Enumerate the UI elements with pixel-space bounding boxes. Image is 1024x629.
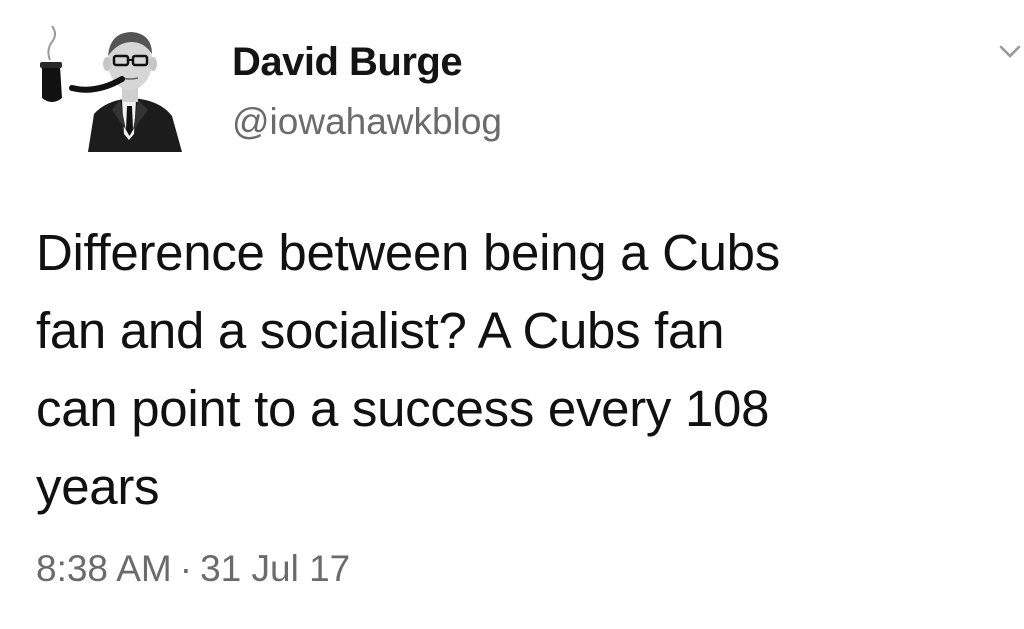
tweet-menu-button[interactable] — [998, 40, 1022, 64]
tweet-card: David Burge @iowahawkblog Difference bet… — [0, 0, 1024, 629]
tweet-date: 31 Jul 17 — [200, 548, 351, 589]
chevron-down-icon — [999, 45, 1021, 58]
tweet-text-line: can point to a success every 108 — [36, 380, 770, 437]
author-avatar[interactable] — [36, 22, 192, 152]
pipe-smoking-man-avatar-icon — [36, 22, 192, 152]
tweet-text-line: Difference between being a Cubs — [36, 224, 780, 281]
tweet-text-line: fan and a socialist? A Cubs fan — [36, 302, 725, 359]
tweet-text-line: years — [36, 458, 160, 515]
tweet-time: 8:38 AM — [36, 548, 172, 589]
timestamp-separator: · — [179, 548, 193, 589]
author-block: David Burge @iowahawkblog — [232, 38, 502, 144]
author-handle[interactable]: @iowahawkblog — [232, 100, 502, 144]
tweet-text: Difference between being a Cubs fan and … — [36, 214, 1011, 526]
author-display-name[interactable]: David Burge — [232, 38, 502, 86]
tweet-timestamp[interactable]: 8:38 AM · 31 Jul 17 — [36, 547, 350, 591]
